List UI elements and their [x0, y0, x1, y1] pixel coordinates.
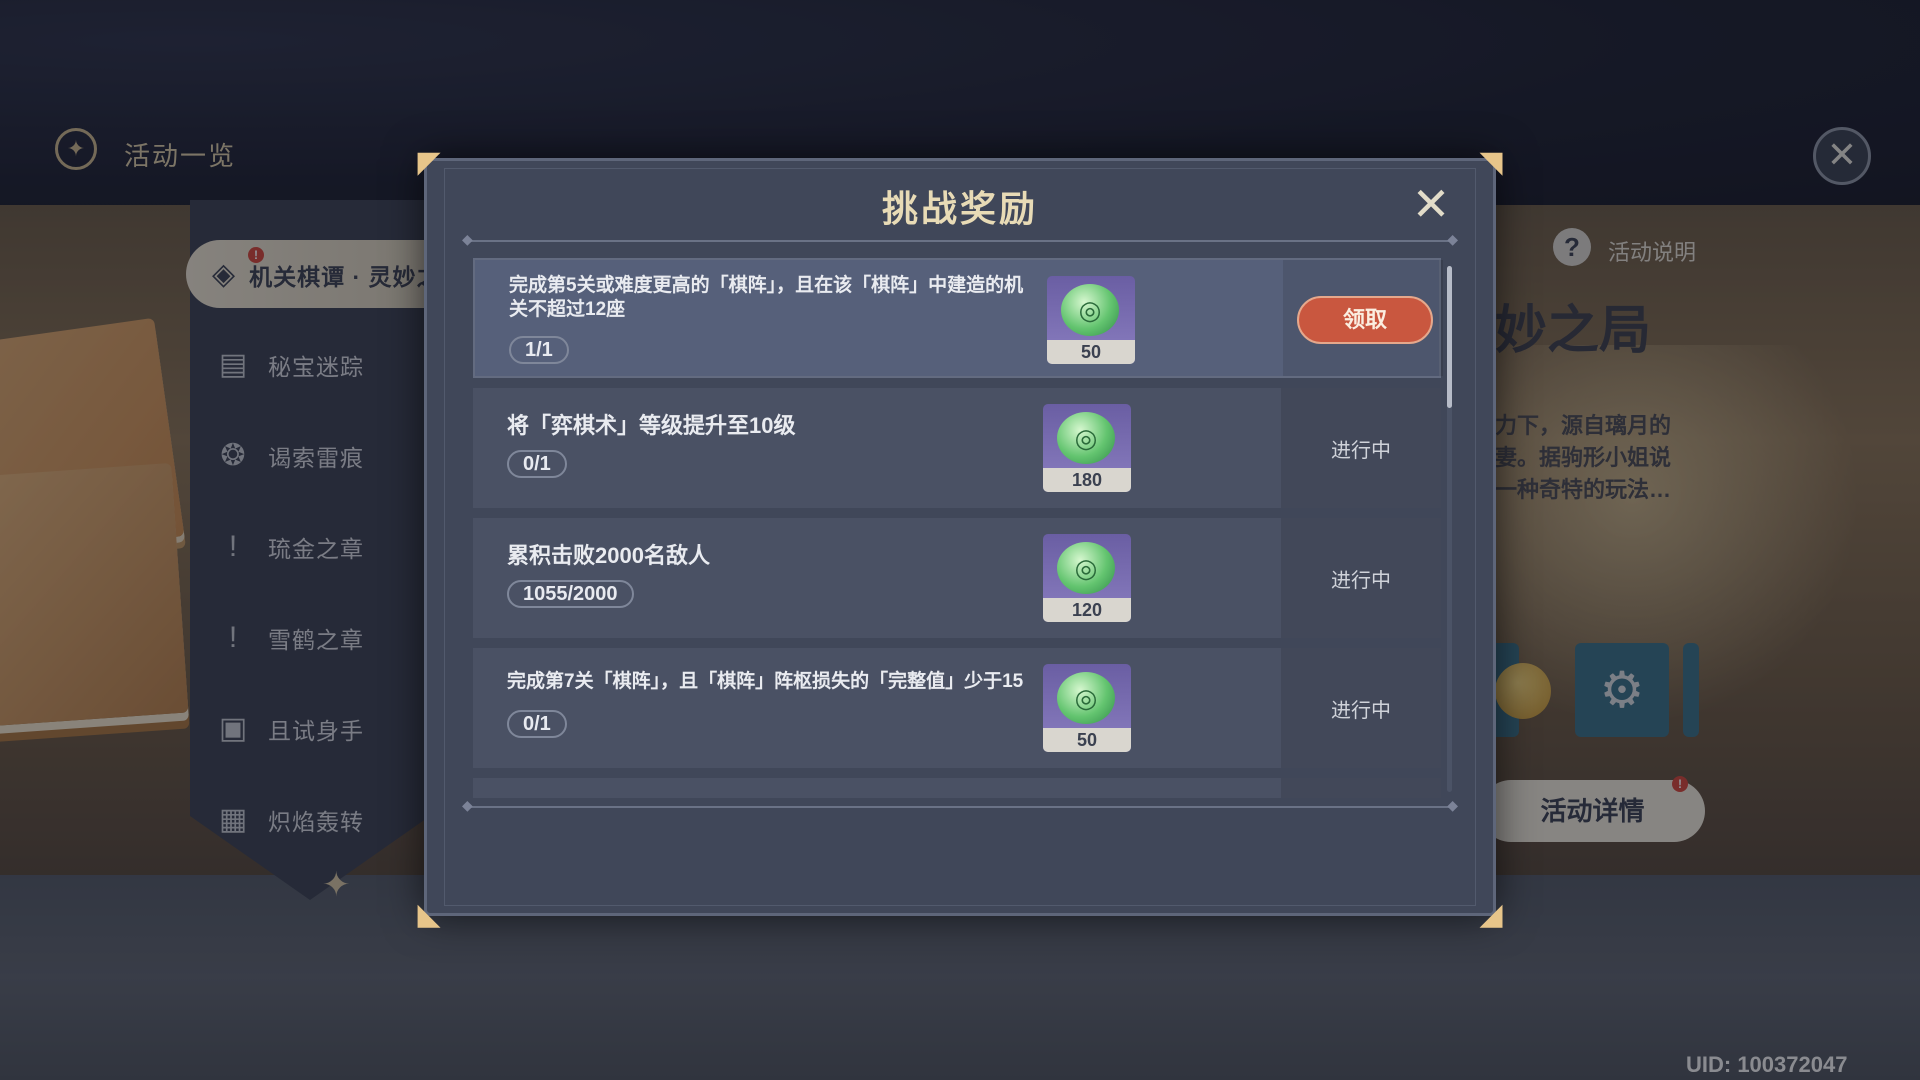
task-progress: 1/1	[509, 336, 569, 364]
challenge-row: 将「弈棋术」等级提升至10级 0/1 ◎ 180 进行中	[473, 388, 1441, 508]
divider	[462, 231, 1458, 248]
reward-item[interactable]: ◎ 180	[1043, 404, 1131, 492]
challenge-row: 完成第5关或难度更高的「棋阵」，且在该「棋阵」中建造的机关不超过12座 1/1 …	[473, 258, 1443, 378]
primogem-icon: ◎	[1057, 542, 1115, 594]
reward-count: 180	[1043, 468, 1131, 492]
challenge-list[interactable]: 完成第5关或难度更高的「棋阵」，且在该「棋阵」中建造的机关不超过12座 1/1 …	[473, 258, 1451, 798]
task-description: 完成第5关或难度更高的「棋阵」，且在该「棋阵」中建造的机关不超过12座	[509, 275, 1024, 320]
reward-count: 50	[1043, 728, 1131, 752]
corner-ornament-icon: ◢	[1479, 898, 1503, 931]
status-in-progress: 进行中	[1331, 570, 1391, 592]
divider	[462, 797, 1458, 814]
challenge-row: 累积击败2000名敌人 1055/2000 ◎ 120 进行中	[473, 518, 1441, 638]
scrollbar-thumb[interactable]	[1447, 266, 1452, 408]
claim-button[interactable]: 领取	[1297, 296, 1433, 344]
challenge-row	[473, 778, 1441, 798]
task-progress: 1055/2000	[507, 580, 634, 608]
reward-item[interactable]: ◎ 50	[1047, 276, 1135, 364]
reward-item[interactable]: ◎ 50	[1043, 664, 1131, 752]
primogem-icon: ◎	[1057, 672, 1115, 724]
task-description: 将「弈棋术」等级提升至10级	[507, 413, 796, 438]
primogem-icon: ◎	[1057, 412, 1115, 464]
task-progress: 0/1	[507, 710, 567, 738]
modal-close-icon[interactable]: ✕	[1410, 181, 1452, 227]
reward-count: 120	[1043, 598, 1131, 622]
corner-ornament-icon: ◣	[417, 898, 441, 931]
status-in-progress: 进行中	[1331, 440, 1391, 462]
status-in-progress: 进行中	[1331, 700, 1391, 722]
row-action-area	[1281, 778, 1441, 798]
reward-count: 50	[1047, 340, 1135, 364]
primogem-icon: ◎	[1061, 284, 1119, 336]
task-progress: 0/1	[507, 450, 567, 478]
corner-ornament-icon: ◤	[417, 146, 441, 179]
task-description: 完成第7关「棋阵」，且「棋阵」阵枢损失的「完整值」少于15	[507, 671, 1024, 692]
corner-ornament-icon: ◥	[1479, 146, 1503, 179]
challenge-row: 完成第7关「棋阵」，且「棋阵」阵枢损失的「完整值」少于15 0/1 ◎ 50 进…	[473, 648, 1441, 768]
modal-title: 挑战奖励	[881, 188, 1038, 229]
task-description: 累积击败2000名敌人	[507, 543, 710, 568]
reward-item[interactable]: ◎ 120	[1043, 534, 1131, 622]
